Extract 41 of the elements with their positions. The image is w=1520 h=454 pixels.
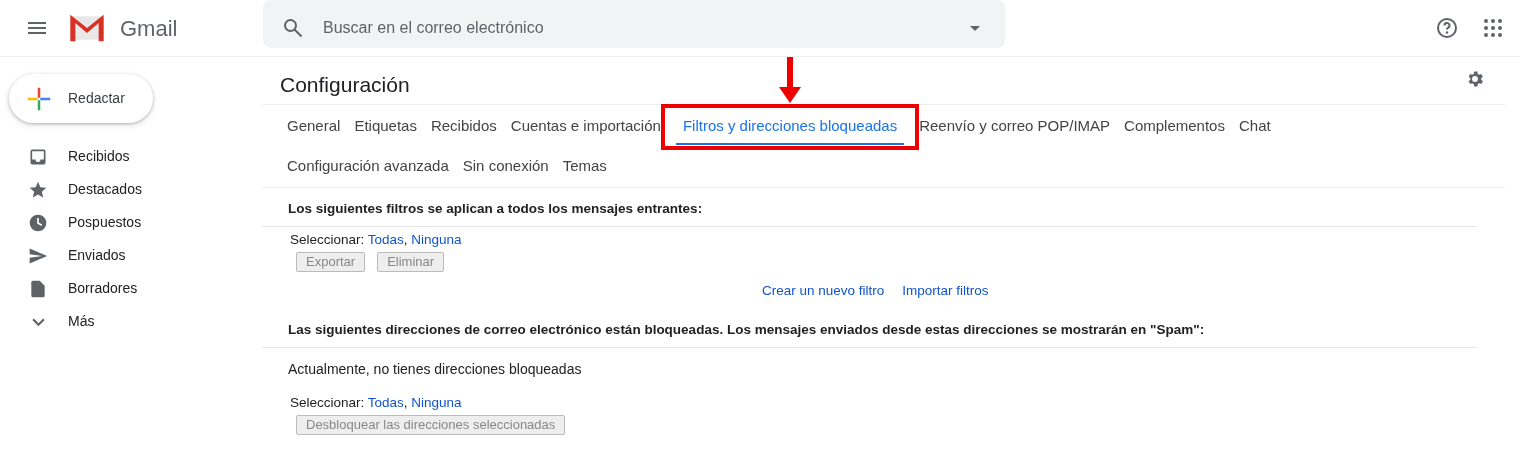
document-icon [28,278,48,299]
select-links-text: Seleccionar: Todas, Ninguna [289,231,463,249]
sidebar-item[interactable]: Enviados [0,239,240,272]
help-icon[interactable] [1435,16,1459,40]
arrow [779,57,802,103]
sidebar-item[interactable]: Borradores [0,272,240,305]
settings-tab[interactable]: Sin conexión [455,148,556,185]
select-all-link[interactable]: Todas [367,232,404,247]
envelope-logo-icon [67,13,107,43]
settings-tab[interactable]: Reenvío y correo POP/IMAP [912,108,1118,145]
search-icon[interactable] [281,16,305,40]
empty-message: Actualmente, no tienes direcciones bloqueadas [287,360,583,379]
settings-tab[interactable]: Configuración avanzada [280,148,456,185]
settings-tab[interactable]: Filtros y direcciones bloqueadas [675,108,905,145]
search-field[interactable]: Buscar en el correo electrónico [263,0,1005,48]
settings-tab[interactable]: Recibidos [423,108,504,145]
action-link[interactable]: Crear un nuevo filtro [762,282,885,301]
settings-tab[interactable]: Chat [1231,108,1278,145]
sidebar-item[interactable]: Pospuestos [0,206,240,239]
settings-tab[interactable]: Complementos [1117,108,1232,145]
settings-tab[interactable]: Temas [555,148,614,185]
page-title: Configuración [279,72,410,98]
select-none-link[interactable]: Ninguna [411,232,462,247]
settings-tab[interactable]: Cuentas e importación [503,108,668,145]
compose-button[interactable]: Redactar [9,74,153,123]
select-none-link[interactable]: Ninguna [411,395,462,411]
apps-grid-icon[interactable] [1481,16,1505,40]
select-all-link[interactable]: Todas [367,395,404,411]
sidebar-item[interactable]: Destacados [0,173,240,206]
section-heading: Las siguientes direcciones de correo electrónico están bloqueadas. Los mensajes enviados desde estas direcciones se mostrarán en "Spam": [262,300,1477,349]
action-link[interactable]: Importar filtros [902,282,989,301]
search-input[interactable]: Buscar en el correo electrónico [321,15,921,41]
clock-icon [28,212,48,233]
section-heading: Los siguientes filtros se aplican a todos los mensajes entrantes: [262,188,1477,227]
chevron-down-icon [32,317,45,326]
settings-tab[interactable]: Etiquetas [347,108,424,145]
sidebar-item[interactable]: Recibidos [0,140,240,173]
select-links-text: Seleccionar: Todas, Ninguna [289,394,463,413]
sidebar-item[interactable]: Más [0,305,240,338]
settings-tab[interactable]: General [280,108,348,145]
app-name: Gmail [120,14,178,43]
